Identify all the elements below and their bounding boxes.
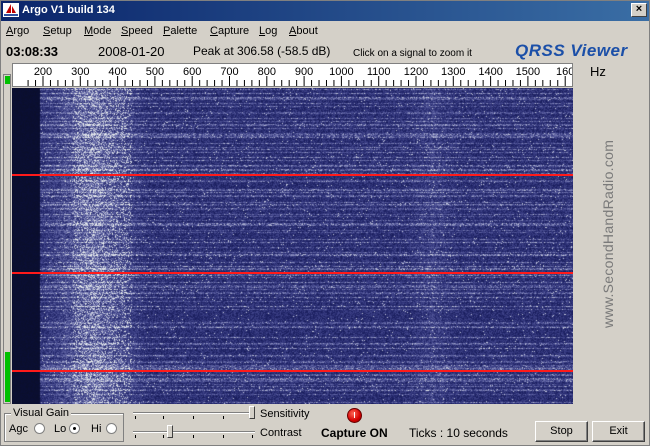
marker-line: [12, 370, 573, 372]
watermark-url: www.SecondHandRadio.com: [600, 139, 616, 328]
ruler-label: 200: [34, 66, 52, 78]
agc-label: Agc: [9, 423, 28, 435]
lo-radio[interactable]: [69, 423, 80, 434]
ruler-label: 600: [183, 66, 201, 78]
qrss-viewer-logo: QRSS Viewer: [515, 41, 628, 60]
slider-tick: [135, 435, 136, 438]
menu-setup[interactable]: Setup: [43, 25, 72, 37]
slider-tick: [163, 416, 164, 419]
menu-capture[interactable]: Capture: [210, 25, 249, 37]
slider-tick: [223, 416, 224, 419]
sensitivity-label: Sensitivity: [260, 408, 310, 420]
hi-radio[interactable]: [106, 423, 117, 434]
menu-speed[interactable]: Speed: [121, 25, 153, 37]
menu-bar: Argo Setup Mode Speed Palette Capture Lo…: [0, 22, 650, 41]
frequency-ruler-ticks: 200 300 400 500 600 700 800 900 1000 1100 1200 1300…: [27, 66, 572, 86]
slider-tick: [252, 435, 253, 438]
clock-date: 2008-01-20: [98, 44, 165, 59]
slider-tick: [163, 435, 164, 438]
level-indicator-fill: [5, 352, 10, 402]
visual-gain-label: Visual Gain: [11, 407, 72, 419]
sailboat-icon: [3, 3, 19, 17]
slider-tick: [193, 435, 194, 438]
sensitivity-slider[interactable]: [133, 405, 255, 421]
level-indicator-top: [5, 76, 10, 84]
menu-argo[interactable]: Argo: [6, 25, 29, 37]
waterfall-display[interactable]: [12, 88, 573, 404]
ruler-label: 700: [220, 66, 238, 78]
close-icon[interactable]: ×: [631, 3, 647, 17]
ticks-readout: Ticks : 10 seconds: [409, 426, 508, 440]
waterfall-canvas[interactable]: [12, 88, 573, 404]
menu-palette[interactable]: Palette: [163, 25, 197, 37]
ruler-label: 160: [556, 66, 572, 78]
slider-tick: [193, 416, 194, 419]
ruler-label: 900: [295, 66, 313, 78]
ruler-label: 800: [258, 66, 276, 78]
zoom-hint: Click on a signal to zoom it: [353, 48, 472, 59]
peak-readout: Peak at 306.58 (-58.5 dB): [193, 44, 331, 58]
exit-button[interactable]: Exit: [592, 421, 645, 442]
slider-track: [133, 412, 255, 414]
signal-level-meter: [3, 74, 11, 404]
menu-mode[interactable]: Mode: [84, 25, 112, 37]
stop-button[interactable]: Stop: [535, 421, 588, 442]
menu-about[interactable]: About: [289, 25, 318, 37]
marker-line: [12, 272, 573, 274]
capture-power-icon[interactable]: [347, 408, 362, 423]
agc-radio[interactable]: [34, 423, 45, 434]
contrast-label: Contrast: [260, 427, 302, 439]
frequency-ruler[interactable]: 200 300 400 500 600 700 800 900 1000 1100 1200 1300…: [12, 63, 573, 87]
hz-unit-label: Hz: [590, 64, 606, 79]
capture-status: Capture ON: [321, 426, 388, 440]
ruler-label: 1200: [404, 66, 428, 78]
hi-label: Hi: [91, 423, 102, 435]
clock-time: 03:08:33: [6, 44, 59, 59]
contrast-slider[interactable]: [133, 424, 255, 440]
ruler-label: 400: [108, 66, 126, 78]
ruler-label: 1300: [441, 66, 465, 78]
slider-tick: [223, 435, 224, 438]
title-bar: Argo V1 build 134 ×: [0, 0, 650, 21]
ruler-label: 300: [71, 66, 89, 78]
slider-track: [133, 431, 255, 433]
marker-line: [12, 174, 573, 176]
ruler-label: 1500: [516, 66, 540, 78]
window-title: Argo V1 build 134: [22, 4, 115, 16]
ruler-label: 1400: [478, 66, 502, 78]
menu-log[interactable]: Log: [259, 25, 277, 37]
visual-gain-group: Visual Gain Agc Lo Hi: [4, 407, 124, 442]
lo-label: Lo: [54, 423, 67, 435]
ruler-label: 1000: [329, 66, 353, 78]
contrast-thumb[interactable]: [167, 425, 173, 438]
sensitivity-thumb[interactable]: [249, 406, 255, 419]
ruler-label: 500: [146, 66, 164, 78]
slider-tick: [135, 416, 136, 419]
ruler-label: 1100: [367, 66, 391, 78]
